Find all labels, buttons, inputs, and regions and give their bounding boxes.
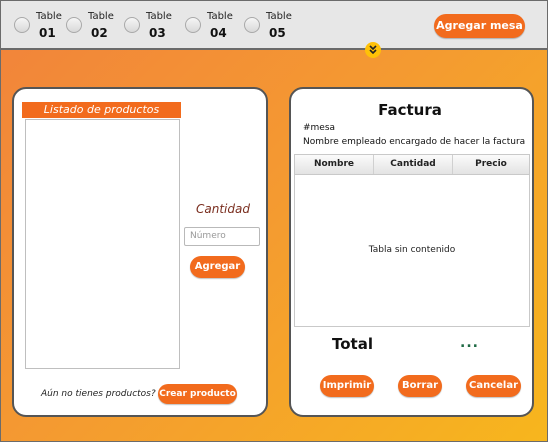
clear-button[interactable]: Borrar bbox=[398, 375, 442, 397]
radio-button[interactable] bbox=[124, 17, 140, 33]
invoice-title: Factura bbox=[378, 101, 442, 119]
table-label: Table bbox=[266, 11, 292, 22]
table-selector-bar: Table 01 Table 02 Table 03 Table 04 Tabl… bbox=[1, 1, 547, 50]
employee-field: Nombre empleado encargado de hacer la fa… bbox=[303, 137, 526, 147]
table-number: 02 bbox=[91, 26, 108, 40]
radio-button[interactable] bbox=[66, 17, 82, 33]
print-button[interactable]: Imprimir bbox=[320, 375, 374, 397]
table-field: #mesa bbox=[303, 123, 336, 133]
table-label: Table bbox=[146, 11, 172, 22]
table-number: 01 bbox=[39, 26, 56, 40]
app-window: Table 01 Table 02 Table 03 Table 04 Tabl… bbox=[0, 0, 548, 442]
radio-button[interactable] bbox=[14, 17, 30, 33]
invoice-table[interactable]: Nombre Cantidad Precio Tabla sin conteni… bbox=[294, 154, 530, 327]
empty-table-message: Tabla sin contenido bbox=[368, 245, 456, 255]
double-chevron-down-icon[interactable] bbox=[365, 42, 381, 58]
add-product-button[interactable]: Agregar bbox=[190, 256, 245, 278]
quantity-input[interactable]: Número bbox=[184, 227, 260, 246]
table-label: Table bbox=[36, 11, 62, 22]
products-list[interactable] bbox=[25, 119, 180, 369]
add-table-button[interactable]: Agregar mesa bbox=[434, 14, 525, 38]
column-header-precio[interactable]: Precio bbox=[453, 155, 529, 174]
cancel-button[interactable]: Cancelar bbox=[466, 375, 521, 397]
radio-button[interactable] bbox=[185, 17, 201, 33]
radio-button[interactable] bbox=[244, 17, 260, 33]
table-number: 04 bbox=[210, 26, 227, 40]
no-products-text: Aún no tienes productos? bbox=[41, 389, 156, 399]
products-list-title: Listado de productos bbox=[22, 102, 181, 118]
total-value: ... bbox=[460, 335, 479, 351]
table-label: Table bbox=[207, 11, 233, 22]
column-header-nombre[interactable]: Nombre bbox=[295, 155, 374, 174]
column-header-cantidad[interactable]: Cantidad bbox=[374, 155, 453, 174]
quantity-label: Cantidad bbox=[196, 202, 250, 216]
table-label: Table bbox=[88, 11, 114, 22]
create-product-button[interactable]: Crear producto bbox=[158, 384, 237, 404]
table-number: 03 bbox=[149, 26, 166, 40]
table-header: Nombre Cantidad Precio bbox=[295, 155, 529, 175]
total-label: Total bbox=[332, 335, 373, 353]
table-number: 05 bbox=[269, 26, 286, 40]
